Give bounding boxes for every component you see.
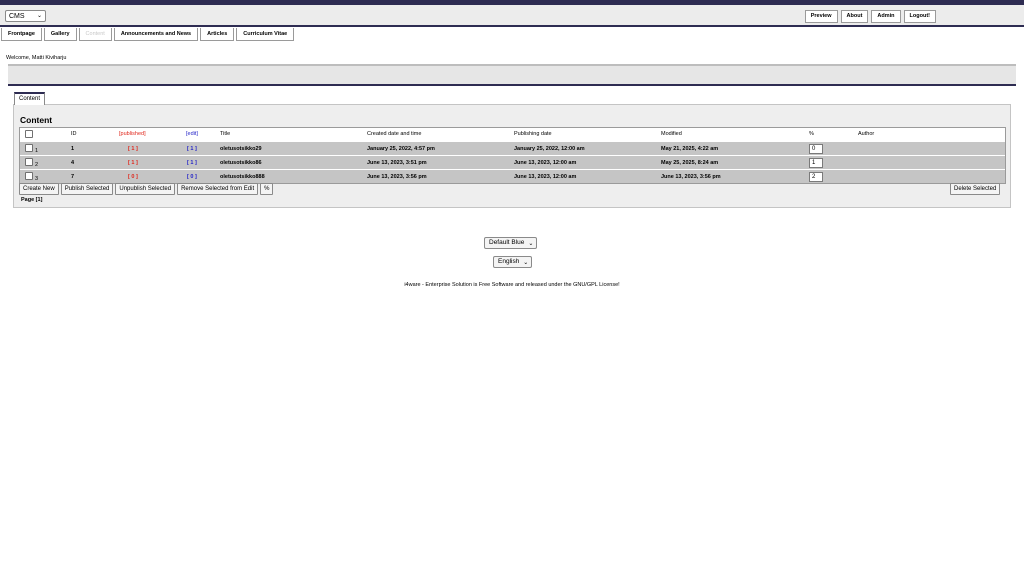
tab-frontpage[interactable]: Frontpage [1, 28, 42, 41]
header-modified: Modified [661, 131, 682, 137]
content-panel: Content ID [published] [edit] Title Crea… [13, 104, 1011, 208]
row-checkbox[interactable] [25, 158, 33, 166]
panel-title: Content [20, 115, 53, 125]
create-new-button[interactable]: Create New [19, 183, 59, 195]
select-all-checkbox[interactable] [25, 130, 33, 138]
cell-edit[interactable]: [ 0 ] [187, 170, 197, 184]
cell-created: June 13, 2023, 3:51 pm [367, 160, 427, 166]
table-row[interactable]: 2 4 [ 1 ] [ 1 ] oletusotsikko86 June 13,… [20, 155, 1005, 169]
tab-announcements[interactable]: Announcements and News [113, 28, 199, 41]
preview-button[interactable]: Preview [804, 10, 838, 23]
welcome-text: Welcome, Matti Kiviharju [6, 55, 67, 61]
tab-articles[interactable]: Articles [200, 28, 235, 41]
theme-select[interactable]: Default Blue ⌄ [484, 237, 538, 249]
chevron-down-icon: ⌄ [523, 260, 529, 266]
info-bar [8, 64, 1016, 86]
delete-selected-button[interactable]: Delete Selected [950, 183, 1001, 195]
action-buttons: Create New Publish Selected Unpublish Se… [19, 183, 274, 195]
cell-modified: May 25, 2025, 8:24 am [661, 160, 719, 166]
percent-button[interactable]: % [260, 183, 274, 195]
percent-input[interactable]: 1 [809, 158, 823, 168]
cell-title[interactable]: oletusotsikko86 [220, 156, 262, 170]
logout-button[interactable]: Logout! [903, 10, 936, 23]
table-header: ID [published] [edit] Title Created date… [20, 128, 1005, 141]
cell-modified: June 13, 2023, 3:56 pm [661, 174, 721, 180]
tab-curriculum-vitae[interactable]: Curriculum Vitae [236, 28, 295, 41]
cell-created: June 13, 2023, 3:56 pm [367, 174, 427, 180]
nav-tabs: Frontpage Gallery Content Announcements … [1, 28, 295, 41]
header-published[interactable]: [published] [119, 128, 146, 141]
cell-publishing: January 25, 2022, 12:00 am [514, 146, 585, 152]
cell-title[interactable]: oletusotsikko29 [220, 142, 262, 156]
table-row[interactable]: 1 1 [ 1 ] [ 1 ] oletusotsikko29 January … [20, 141, 1005, 155]
module-select[interactable]: CMS ⌄ [5, 10, 46, 22]
header-percent: % [809, 131, 814, 137]
chevron-down-icon: ⌄ [36, 13, 42, 19]
cell-published[interactable]: [ 0 ] [128, 170, 138, 184]
cell-edit[interactable]: [ 1 ] [187, 156, 197, 170]
cell-id: 1 [71, 146, 75, 152]
language-select[interactable]: English ⌄ [493, 256, 533, 268]
header-publishing: Publishing date [514, 131, 552, 137]
cell-published[interactable]: [ 1 ] [128, 142, 138, 156]
cell-id: 7 [71, 174, 75, 180]
cell-edit[interactable]: [ 1 ] [187, 142, 197, 156]
admin-button[interactable]: Admin [871, 10, 901, 23]
header-title: Title [220, 131, 231, 137]
header-edit[interactable]: [edit] [186, 128, 198, 141]
cell-modified: May 21, 2025, 4:22 am [661, 146, 719, 152]
chevron-down-icon: ⌄ [528, 241, 534, 247]
tab-gallery[interactable]: Gallery [43, 28, 77, 41]
row-checkbox[interactable] [25, 172, 33, 180]
percent-input[interactable]: 0 [809, 144, 823, 154]
license-text: i4ware - Enterprise Solution is Free Sof… [404, 282, 620, 288]
row-checkbox[interactable] [25, 144, 33, 152]
content-panel-tab[interactable]: Content [14, 92, 46, 105]
cell-published[interactable]: [ 1 ] [128, 156, 138, 170]
page-indicator: Page [1] [21, 197, 43, 203]
top-bar: CMS ⌄ Preview About Admin Logout! [0, 5, 1024, 27]
cell-id: 4 [71, 160, 75, 166]
cell-title[interactable]: oletusotsikko888 [220, 170, 265, 184]
content-table: ID [published] [edit] Title Created date… [19, 127, 1006, 184]
top-buttons: Preview About Admin Logout! [804, 10, 936, 23]
percent-input[interactable]: 2 [809, 172, 823, 182]
cell-publishing: June 13, 2023, 12:00 am [514, 174, 577, 180]
publish-selected-button[interactable]: Publish Selected [60, 183, 114, 195]
cell-created: January 25, 2022, 4:57 pm [367, 146, 435, 152]
remove-from-edit-button[interactable]: Remove Selected from Edit [177, 183, 259, 195]
header-created: Created date and time [367, 131, 422, 137]
header-id: ID [71, 131, 77, 137]
tab-content: Content [78, 28, 112, 41]
header-author: Author [858, 131, 875, 137]
about-button[interactable]: About [840, 10, 869, 23]
cell-publishing: June 13, 2023, 12:00 am [514, 160, 577, 166]
unpublish-selected-button[interactable]: Unpublish Selected [115, 183, 176, 195]
table-row[interactable]: 3 7 [ 0 ] [ 0 ] oletusotsikko888 June 13… [20, 169, 1005, 183]
